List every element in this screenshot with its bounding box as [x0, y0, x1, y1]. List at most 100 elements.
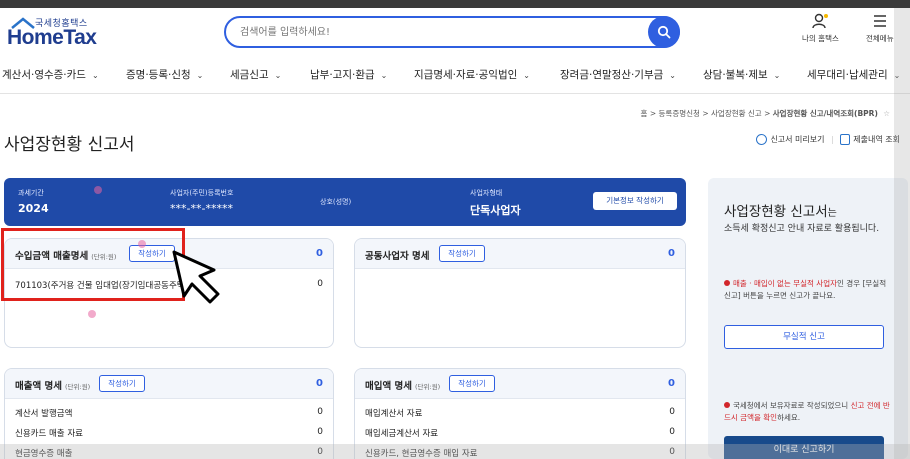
partners-write-button[interactable]: 작성하기: [439, 245, 485, 262]
reg-number-label: 사업자(주민)등록번호: [170, 189, 234, 197]
nav-item-certificates[interactable]: 증명·등록·신청 ⌄: [126, 67, 203, 82]
sales-write-button[interactable]: 작성하기: [99, 375, 145, 392]
alert-dot-icon: [724, 402, 730, 408]
divider: |: [831, 135, 834, 144]
nav-item-tax-filing[interactable]: 세금신고 ⌄: [230, 67, 281, 82]
note2-end-text: 하세요.: [777, 413, 801, 422]
all-menu-button[interactable]: 전체메뉴: [866, 12, 894, 44]
breadcrumb-separator: >: [764, 109, 771, 118]
search-input[interactable]: [240, 22, 640, 42]
nav-item-label: 장려금·연말정산·기부금: [560, 69, 664, 81]
reg-number-value: ***-**-*****: [170, 202, 233, 215]
nav-item-label: 상담·불복·제보: [703, 69, 768, 81]
business-type-value: 단독사업자: [470, 204, 521, 217]
document-icon: [840, 134, 851, 145]
preview-label: 신고서 미리보기: [770, 135, 825, 144]
page-title: 사업장현황 신고서: [4, 135, 135, 155]
breadcrumb-separator: >: [649, 109, 657, 118]
window-edge: [894, 8, 910, 459]
sidebar-title: 사업장현황 신고서는: [724, 200, 837, 220]
chevron-down-icon: ⌄: [274, 71, 282, 80]
sales-row-value: 0: [317, 407, 323, 417]
logo-text: HomeTax: [7, 26, 97, 49]
purchases-write-button[interactable]: 작성하기: [449, 375, 495, 392]
income-row-value: 0: [317, 279, 323, 289]
unit-label: (단위:원): [415, 383, 441, 391]
nav-item-label: 세금신고: [230, 69, 269, 81]
sales-row-label: 신용카드 매출 자료: [15, 429, 83, 439]
chevron-down-icon: ⌄: [91, 71, 99, 80]
breadcrumb-item[interactable]: 사업장현황 신고: [711, 109, 762, 118]
title-actions: 신고서 미리보기 | 제출내역 조회: [756, 134, 900, 145]
sidebar-title-suffix: 는: [827, 208, 837, 219]
nav-item-label: 증명·등록·신청: [126, 69, 191, 81]
nav-item-payment[interactable]: 납부·고지·환급 ⌄: [310, 67, 387, 82]
chevron-down-icon: ⌄: [380, 71, 388, 80]
sales-row-label: 계산서 발행금액: [15, 409, 73, 419]
search-button[interactable]: [648, 16, 680, 48]
top-strip: [0, 0, 910, 8]
my-hometax-button[interactable]: 나의 홈택스: [802, 12, 839, 44]
business-name-label: 상호(성명): [320, 198, 352, 206]
click-spot: [94, 186, 102, 194]
highlight-box: [1, 228, 185, 301]
nav-item-label: 계산서·영수증·카드: [2, 69, 86, 81]
chevron-down-icon: ⌄: [773, 71, 781, 80]
chevron-down-icon: ⌄: [669, 71, 676, 80]
nav-item-label: 세무대리·납세관리: [807, 69, 888, 81]
note2-text: 국세청에서 보유자료로 작성되었으니: [733, 401, 849, 410]
panel-header: 매입액 명세 (단위:원) 작성하기 0: [355, 369, 685, 399]
purchases-row-label: 매입계산서 자료: [365, 409, 423, 419]
my-hometax-label: 나의 홈택스: [802, 34, 839, 43]
purchases-row-label: 매입세금계산서 자료: [365, 429, 439, 439]
no-activity-note: 매출 · 매입이 없는 무실적 사업자인 경우 [무실적 신고] 버튼을 누르면…: [724, 278, 892, 302]
sub-header: 홈 > 등록증명신청 > 사업장현황 신고 > 사업장현황 신고/내역조회(BP…: [0, 94, 910, 156]
amount-check-note: 국세청에서 보유자료로 작성되었으니 신고 전에 반드시 금액을 확인하세요.: [724, 400, 892, 424]
sidebar-title-text: 사업장현황 신고서: [724, 204, 828, 220]
history-button[interactable]: 제출내역 조회: [840, 134, 900, 145]
chevron-down-icon: ⌄: [523, 71, 530, 80]
star-icon[interactable]: ☆: [883, 109, 890, 118]
all-menu-label: 전체메뉴: [866, 34, 894, 43]
panel-header: 공동사업자 명세 작성하기 0: [355, 239, 685, 269]
preview-icon: [756, 134, 768, 145]
breadcrumb: 홈 > 등록증명신청 > 사업장현황 신고 > 사업장현황 신고/내역조회(BP…: [641, 108, 890, 119]
purchases-row-value: 0: [669, 427, 675, 437]
nav-item-receipts[interactable]: 계산서·영수증·카드 ⌄: [2, 67, 99, 82]
nav-item-incentives[interactable]: 장려금·연말정산·기부금 ⌄: [560, 67, 676, 82]
nav-item-tax-agent[interactable]: 세무대리·납세관리 ⌄: [807, 67, 900, 82]
panel-title: 매입액 명세 (단위:원): [365, 378, 440, 392]
window-edge: [0, 444, 910, 459]
note1-red-text: 매출 · 매입이 없는 무실적 사업자: [733, 279, 838, 288]
sales-row-value: 0: [317, 427, 323, 437]
alert-dot-icon: [724, 280, 730, 286]
nav-item-label: 지급명세·자료·공익법인: [414, 69, 518, 81]
search-icon: [657, 25, 671, 39]
main-nav: 계산서·영수증·카드 ⌄ 증명·등록·신청 ⌄ 세금신고 ⌄ 납부·고지·환급 ⌄ 지급…: [0, 56, 910, 94]
mouse-cursor-icon: [172, 250, 220, 304]
guide-sidebar: 사업장현황 신고서는 소득세 확정신고 안내 자료로 활용됩니다. 매출 · 매…: [708, 178, 908, 459]
header: 국세청홈택스 HomeTax 나의 홈택스: [0, 8, 910, 56]
click-spot: [88, 310, 96, 318]
search-bar: [224, 16, 680, 48]
panel-title: 매출액 명세 (단위:원): [15, 378, 90, 392]
basic-info-button[interactable]: 기본정보 작성하기: [593, 192, 677, 210]
nav-item-consulting[interactable]: 상담·불복·제보 ⌄: [703, 67, 780, 82]
income-total: 0: [316, 248, 323, 259]
partners-title: 공동사업자 명세: [365, 251, 430, 262]
breadcrumb-item[interactable]: 홈: [641, 109, 648, 118]
hometax-logo[interactable]: 국세청홈택스 HomeTax: [5, 14, 125, 50]
chevron-down-icon: ⌄: [196, 71, 204, 80]
sidebar-description: 소득세 확정신고 안내 자료로 활용됩니다.: [724, 224, 880, 234]
unit-label: (단위:원): [65, 383, 91, 391]
nav-item-statements[interactable]: 지급명세·자료·공익법인 ⌄: [414, 67, 530, 82]
breadcrumb-item[interactable]: 등록증명신청: [659, 109, 700, 118]
purchases-title: 매입액 명세: [365, 381, 413, 392]
history-label: 제출내역 조회: [853, 135, 900, 144]
no-activity-report-button[interactable]: 무실적 신고: [724, 325, 884, 349]
preview-button[interactable]: 신고서 미리보기: [756, 134, 825, 145]
purchases-row-value: 0: [669, 407, 675, 417]
user-lock-icon: [812, 13, 829, 29]
sales-title: 매출액 명세: [15, 381, 63, 392]
hometax-page: 국세청홈택스 HomeTax 나의 홈택스: [0, 0, 910, 459]
